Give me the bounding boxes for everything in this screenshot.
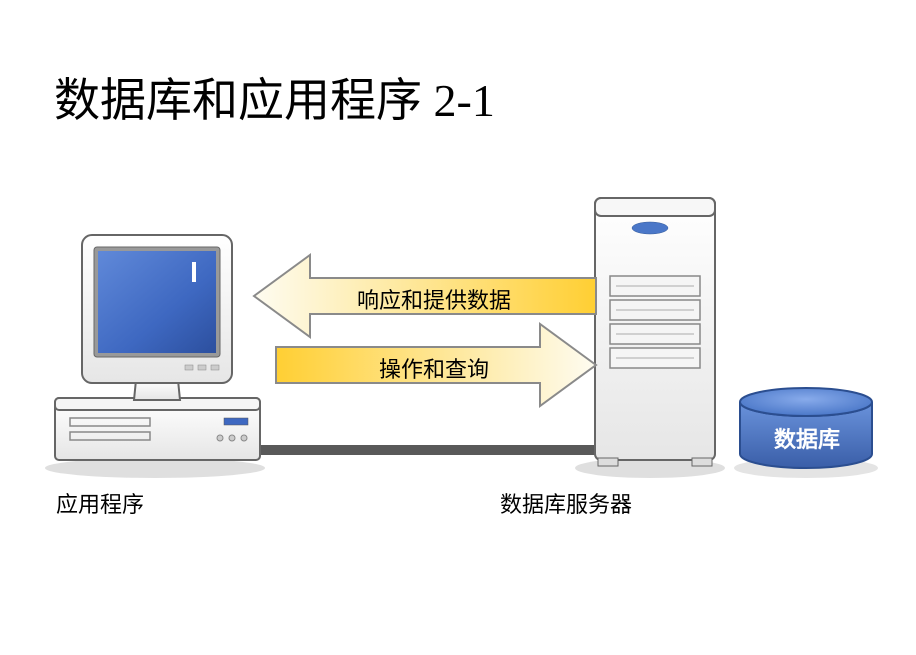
response-arrow-label: 响应和提供数据 [324,283,544,315]
database-label: 数据库 [774,422,840,454]
request-arrow-label: 操作和查询 [324,352,544,384]
client-computer-icon [45,235,265,478]
server-label: 数据库服务器 [500,487,632,519]
architecture-diagram [0,0,916,655]
server-tower-icon [575,198,725,478]
client-label: 应用程序 [56,487,144,519]
